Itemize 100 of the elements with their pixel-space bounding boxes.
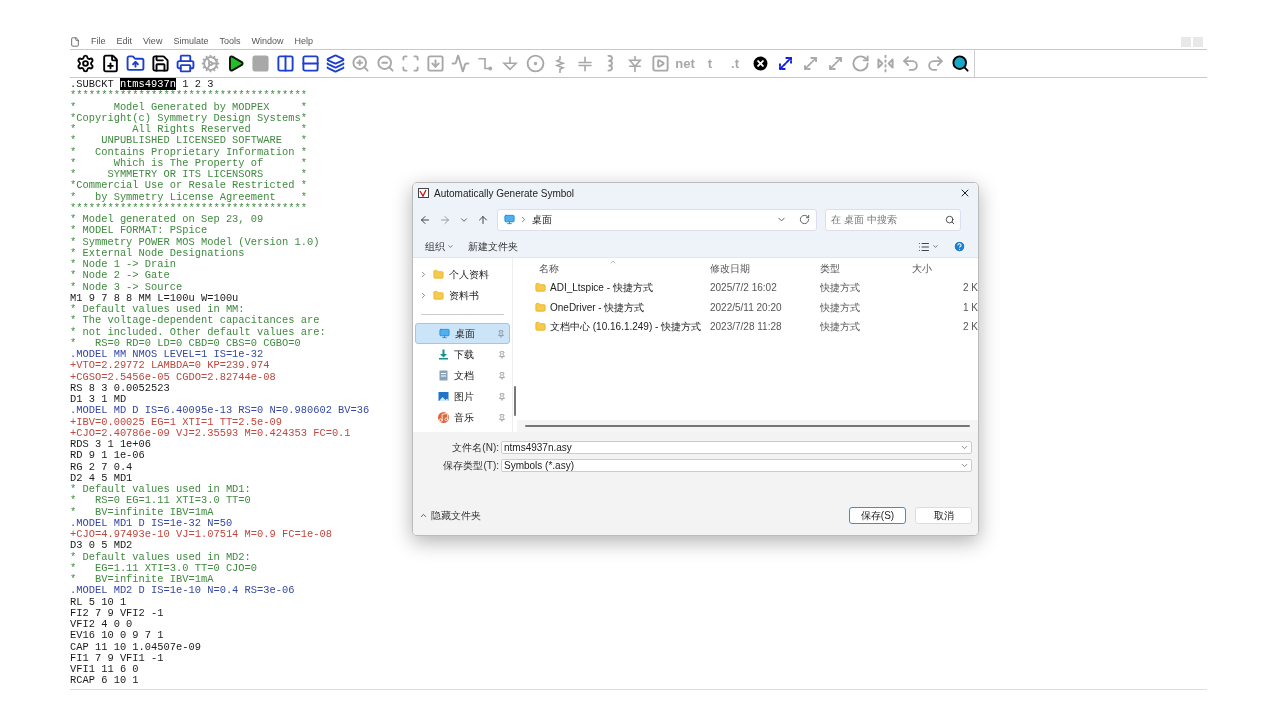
organize-menu[interactable]: 组织 [425, 239, 454, 254]
forward-button[interactable] [439, 213, 451, 226]
address-bar[interactable]: 桌面 [497, 208, 817, 231]
nav-label: 个人资料 [449, 268, 489, 282]
help-icon[interactable] [953, 240, 966, 253]
code-line: VFI1 11 6 0 [70, 664, 139, 676]
file-row[interactable]: ADI_Ltspice - 快捷方式 2025/7/2 16:02 快捷方式 2 K [517, 278, 978, 298]
save-button[interactable]: 保存(S) [849, 507, 906, 524]
menu-item[interactable]: Simulate [173, 35, 209, 49]
code-line: * BV=infinite IBV=1mA [70, 574, 214, 586]
nav-item[interactable]: 音乐 [415, 407, 510, 428]
mirror-icon [875, 54, 895, 73]
file-size: 2 K [963, 320, 978, 335]
code-line: * Model generated on Sep 23, 09 [70, 214, 264, 225]
cancel-button[interactable]: 取消 [915, 507, 972, 524]
column-header[interactable]: 名称 [517, 260, 707, 276]
expand-icon[interactable] [419, 291, 428, 300]
new-folder-button[interactable]: 新建文件夹 [468, 239, 518, 254]
code-line: D1 3 1 MD [70, 394, 127, 406]
nav-item[interactable]: 个人资料 [415, 264, 510, 285]
refresh-icon[interactable] [799, 214, 810, 225]
menu-item[interactable]: View [143, 35, 163, 49]
scrollbar-thumb[interactable] [514, 386, 516, 416]
nav-item[interactable]: 下载 [415, 344, 510, 365]
code-line: EV16 10 0 9 7 1 [70, 630, 164, 642]
menu-item[interactable]: Help [294, 35, 313, 49]
dialog-title: Automatically Generate Symbol [434, 186, 575, 201]
file-size: 2 K [963, 281, 978, 296]
folder-icon [432, 289, 445, 302]
code-line: .MODEL MM NMOS LEVEL=1 IS=1e-32 [70, 349, 264, 361]
code-line: RCAP 6 10 1 [70, 675, 139, 687]
up-button[interactable] [477, 213, 489, 226]
menu-item[interactable]: Tools [219, 35, 241, 49]
code-line: * UNPUBLISHED LICENSED SOFTWARE * [70, 135, 307, 147]
capacitor-icon [576, 54, 594, 73]
column-header[interactable]: 类型 [817, 260, 909, 276]
horizontal-scrollbar[interactable] [525, 425, 970, 427]
code-line: FI1 7 9 VFI1 -1 [70, 652, 164, 664]
zoom-fit-icon [400, 54, 420, 73]
folder-icon [125, 54, 145, 73]
code-line: * SYMMETRY OR ITS LICENSORS * [70, 169, 307, 180]
filetype-select[interactable]: Symbols (*.asy) [501, 459, 972, 472]
back-button[interactable] [419, 213, 431, 226]
file-date: 2022/5/11 20:20 [709, 300, 783, 315]
code-line: ************************************** [70, 90, 307, 102]
column-header[interactable]: 修改日期 [707, 260, 817, 276]
desktop-icon [438, 327, 451, 340]
text-tool-icon: t [707, 57, 713, 70]
menu-item[interactable]: File [91, 35, 106, 49]
code-line: * MODEL FORMAT: PSpice [70, 225, 208, 237]
close-icon [959, 187, 971, 199]
desktop-icon [504, 214, 515, 225]
redo-icon [925, 54, 945, 73]
code-line: RS 8 3 0.0052523 [70, 382, 170, 394]
filename-field[interactable]: ntms4937n.asy [501, 441, 972, 454]
shortcut-folder-icon [535, 321, 546, 333]
nav-item[interactable]: 资料书 [415, 285, 510, 306]
code-line: * Node 1 -> Drain [70, 259, 176, 270]
file-row[interactable]: 文档中心 (10.16.1.249) - 快捷方式 2023/7/28 11:28 快捷方式 2 K [517, 317, 978, 337]
picture-icon [437, 390, 450, 403]
expand-icon[interactable] [419, 270, 428, 279]
undo-icon [900, 54, 920, 73]
path-segment[interactable]: 桌面 [532, 212, 552, 227]
code-line: RG 2 7 0.4 [70, 461, 133, 473]
code-line: CAP 11 10 1.04507e-09 [70, 641, 201, 653]
hide-folders-button[interactable]: 隐藏文件夹 [419, 508, 481, 523]
code-line: +VTO=2.29772 LAMBDA=0 KP=239.974 [70, 360, 270, 372]
caret-icon [932, 243, 939, 250]
code-line: FI2 7 9 VFI2 -1 [70, 607, 164, 619]
menu-item[interactable]: Window [251, 35, 284, 49]
nav-item[interactable]: 桌面 [415, 323, 510, 344]
view-menu[interactable] [918, 240, 939, 253]
nav-label: 文档 [454, 369, 474, 383]
file-date: 2025/7/2 16:02 [709, 281, 778, 296]
code-line: .MODEL MD2 D IS=1e-10 N=0.4 RS=3e-06 [70, 585, 295, 597]
search-field[interactable]: 在 桌面 中搜索 [825, 208, 961, 231]
file-name: OneDriver - 快捷方式 [550, 300, 645, 315]
inductor-icon [606, 54, 614, 73]
file-row[interactable]: OneDriver - 快捷方式 2022/5/11 20:20 快捷方式 1 K [517, 297, 978, 317]
code-line: * Node 2 -> Gate [70, 270, 170, 282]
document-icon [437, 369, 450, 382]
column-header[interactable]: 大小 [909, 260, 932, 276]
nav-item[interactable]: 图片 [415, 386, 510, 407]
nav-item[interactable]: 文档 [415, 365, 510, 386]
code-line: * BV=infinite IBV=1mA [70, 506, 214, 518]
code-line: * Default values used in MD1: [70, 484, 251, 495]
file-type: 快捷方式 [819, 320, 861, 335]
code-line: D3 0 5 MD2 [70, 540, 133, 552]
gear-icon [200, 54, 220, 73]
rows-icon [300, 54, 320, 73]
code-line: +IBV=0.00025 EG=1 XTI=1 TT=2.5e-09 [70, 416, 282, 428]
diode-icon [626, 54, 644, 73]
menu-item[interactable]: Edit [116, 35, 133, 49]
printer-icon [175, 54, 195, 73]
nav-label: 图片 [454, 390, 474, 404]
code-line: * Model Generated by MODPEX * [70, 101, 307, 113]
code-line: * Symmetry POWER MOS Model (Version 1.0) [70, 236, 320, 248]
text-tool-icon: net [675, 57, 695, 70]
file-type: 快捷方式 [819, 281, 861, 296]
code-line: RD 9 1 1e-06 [70, 450, 145, 462]
